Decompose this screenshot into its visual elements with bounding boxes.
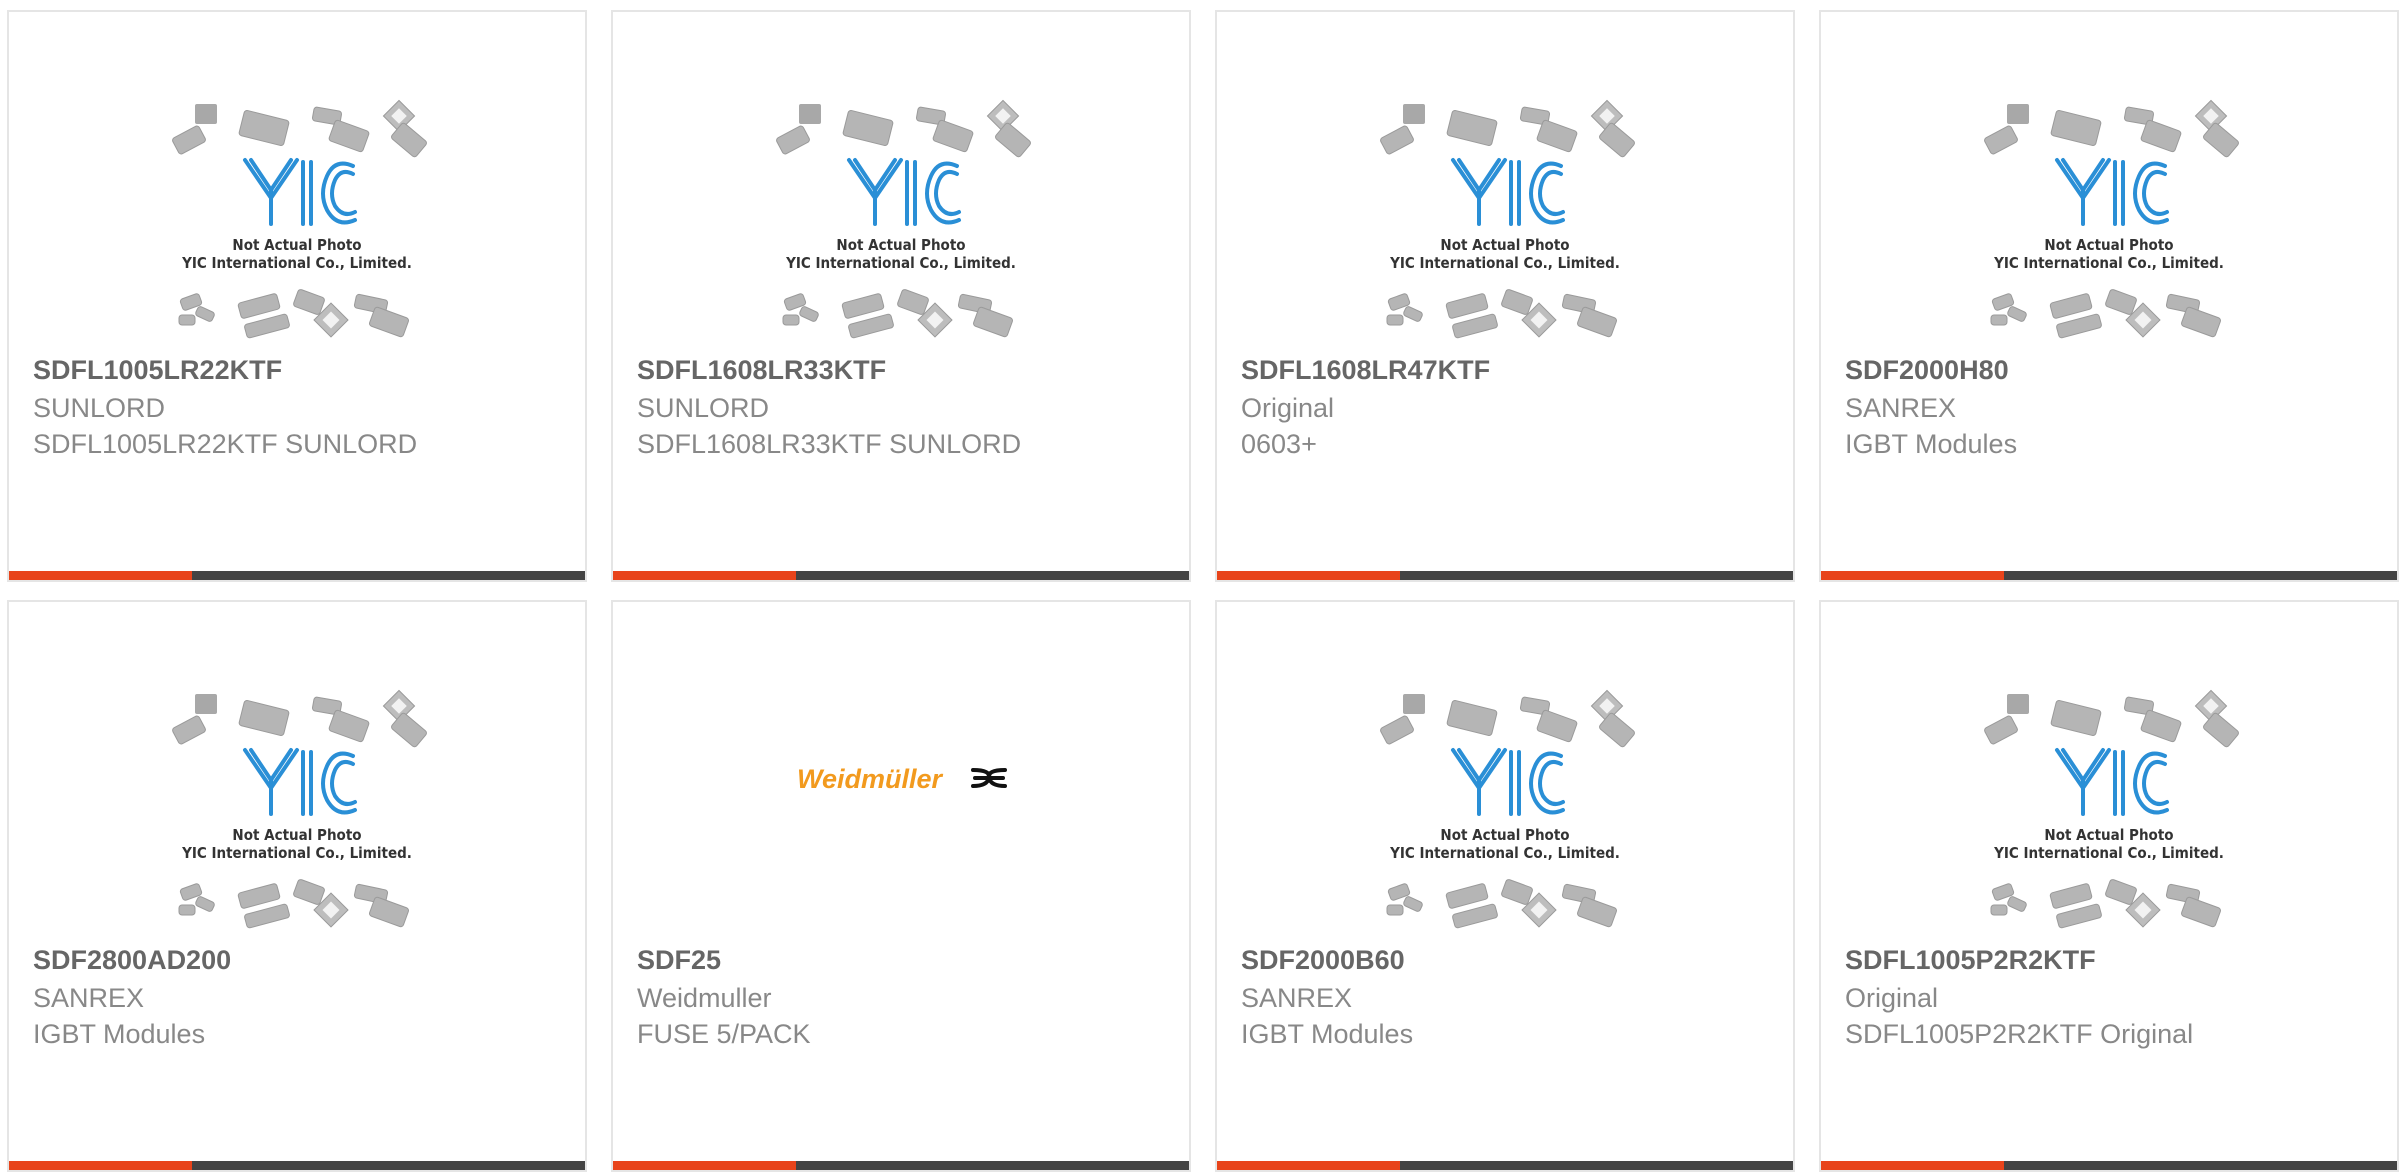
yic-logo-icon [847,158,961,226]
product-description: 0603+ [1241,429,1317,459]
product-card[interactable]: Not Actual Photo YIC International Co., … [7,10,587,582]
product-description: SDFL1608LR33KTF SUNLORD [637,429,1022,459]
product-card[interactable]: Not Actual Photo YIC International Co., … [1819,600,2399,1172]
yic-logo-icon [2055,748,2169,816]
product-card[interactable]: Not Actual Photo YIC International Co., … [1819,10,2399,582]
brand-name: Original [1845,983,1939,1013]
product-description: IGBT Modules [33,1019,206,1049]
part-number[interactable]: SDFL1005P2R2KTF [1845,945,2096,976]
placeholder-line-2: YIC International Co., Limited. [1389,254,1620,272]
placeholder-line-1: Not Actual Photo [232,236,361,254]
weidmuller-emblem-icon [971,768,1007,788]
card-bottom-bar [613,1161,1189,1170]
brand-name: Original [1241,393,1335,423]
product-photo[interactable]: Not Actual Photo YIC International Co., … [1821,602,2397,942]
bar-accent [9,1161,192,1170]
card-bottom-bar [1217,1161,1793,1170]
card-bottom-bar [1821,571,2397,580]
bar-rest [192,571,585,580]
product-description: IGBT Modules [1241,1019,1414,1049]
chip-icon [2007,104,2029,124]
part-number[interactable]: SDF2000B60 [1241,945,1405,976]
bar-accent [9,571,192,580]
product-description: SDFL1005LR22KTF SUNLORD [33,429,418,459]
placeholder-line-2: YIC International Co., Limited. [1993,254,2224,272]
product-card[interactable]: Not Actual Photo YIC International Co., … [1215,10,1795,582]
card-bottom-bar [1821,1161,2397,1170]
yic-logo-icon [243,748,357,816]
placeholder-line-2: YIC International Co., Limited. [181,254,412,272]
chip-icon [195,694,217,714]
product-grid: Not Actual Photo YIC International Co., … [0,0,2400,1172]
placeholder-line-2: YIC International Co., Limited. [785,254,1016,272]
bar-rest [2004,1161,2397,1170]
product-card[interactable]: Not Actual Photo YIC International Co., … [1215,600,1795,1172]
part-number[interactable]: SDFL1005LR22KTF [33,355,282,386]
product-photo[interactable]: Not Actual Photo YIC International Co., … [9,12,585,352]
bar-accent [1821,1161,2004,1170]
brand-name: SUNLORD [637,393,770,423]
product-photo[interactable]: Not Actual Photo YIC International Co., … [1217,602,1793,942]
part-number[interactable]: SDF25 [637,945,721,976]
product-card[interactable]: Not Actual Photo YIC International Co., … [7,600,587,1172]
card-bottom-bar [9,1161,585,1170]
placeholder-line-2: YIC International Co., Limited. [181,844,412,862]
part-number[interactable]: SDF2000H80 [1845,355,2009,386]
brand-name: SANREX [33,983,145,1013]
placeholder-line-1: Not Actual Photo [1440,826,1569,844]
product-photo[interactable]: Not Actual Photo YIC International Co., … [9,602,585,942]
chip-icon [1403,104,1425,124]
placeholder-line-2: YIC International Co., Limited. [1389,844,1620,862]
bar-rest [192,1161,585,1170]
placeholder-line-1: Not Actual Photo [836,236,965,254]
bar-rest [2004,571,2397,580]
bar-rest [1400,1161,1793,1170]
product-description: IGBT Modules [1845,429,2018,459]
brand-name: Weidmuller [637,983,772,1013]
brand-name: SANREX [1845,393,1957,423]
bar-accent [1821,571,2004,580]
bar-accent [1217,1161,1400,1170]
brand-name: SUNLORD [33,393,166,423]
part-number[interactable]: SDFL1608LR33KTF [637,355,886,386]
product-card[interactable]: Weidmüller SDF25 Weidmuller FUSE 5/PACK [611,600,1191,1172]
chip-icon [1403,694,1425,714]
part-number[interactable]: SDF2800AD200 [33,945,231,976]
product-card[interactable]: Not Actual Photo YIC International Co., … [611,10,1191,582]
product-photo[interactable]: Weidmüller [613,602,1189,942]
bar-accent [613,571,796,580]
product-photo[interactable]: Not Actual Photo YIC International Co., … [1217,12,1793,352]
brand-name: SANREX [1241,983,1353,1013]
card-bottom-bar [9,571,585,580]
bar-rest [1400,571,1793,580]
yic-logo-icon [1451,748,1565,816]
bar-accent [613,1161,796,1170]
chip-icon [2007,694,2029,714]
chip-icon [799,104,821,124]
placeholder-line-1: Not Actual Photo [2044,236,2173,254]
part-number[interactable]: SDFL1608LR47KTF [1241,355,1490,386]
yic-logo-icon [243,158,357,226]
bar-rest [796,1161,1189,1170]
bar-rest [796,571,1189,580]
product-description: FUSE 5/PACK [637,1019,811,1049]
yic-logo-icon [1451,158,1565,226]
card-bottom-bar [1217,571,1793,580]
product-photo[interactable]: Not Actual Photo YIC International Co., … [1821,12,2397,352]
card-bottom-bar [613,571,1189,580]
placeholder-line-1: Not Actual Photo [2044,826,2173,844]
placeholder-line-1: Not Actual Photo [232,826,361,844]
weidmuller-logo-text: Weidmüller [797,764,944,794]
product-description: SDFL1005P2R2KTF Original [1845,1019,2194,1049]
bar-accent [1217,571,1400,580]
yic-logo-icon [2055,158,2169,226]
placeholder-line-2: YIC International Co., Limited. [1993,844,2224,862]
placeholder-line-1: Not Actual Photo [1440,236,1569,254]
product-photo[interactable]: Not Actual Photo YIC International Co., … [613,12,1189,352]
chip-icon [195,104,217,124]
